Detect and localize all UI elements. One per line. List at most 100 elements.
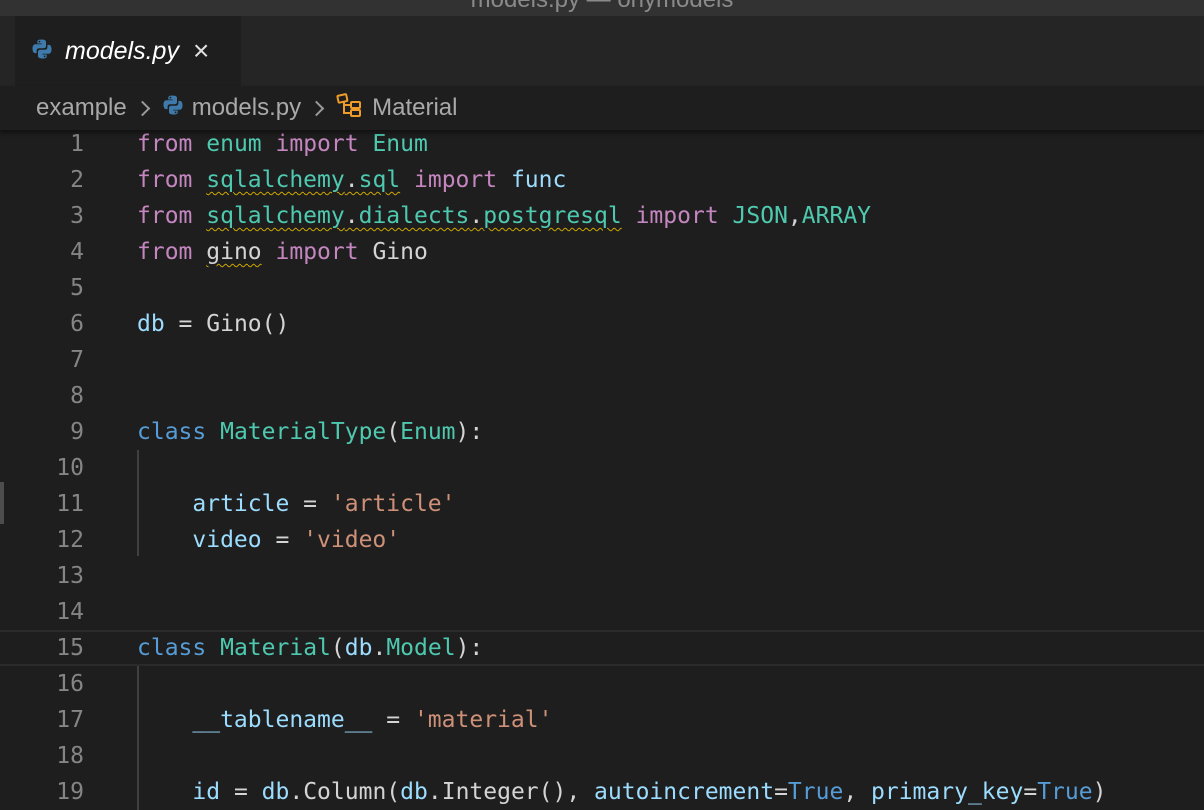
line-number: 10 <box>56 455 84 481</box>
line-number: 19 <box>56 779 84 805</box>
code-line[interactable]: 4 from gino import Gino <box>0 234 1204 270</box>
code-line[interactable]: 17 __tablename__ = 'material' <box>0 702 1204 738</box>
code-line[interactable]: 19 id = db.Column(db.Integer(), autoincr… <box>0 774 1204 810</box>
code-token: () <box>261 311 290 337</box>
line-number: 5 <box>70 275 84 301</box>
code-line[interactable]: 13 <box>0 558 1204 594</box>
breadcrumb-folder[interactable]: example <box>36 94 127 122</box>
code-text: from gino import Gino <box>137 234 428 270</box>
code-token: Gino <box>206 311 262 337</box>
code-text: id = db.Column(db.Integer(), autoincreme… <box>137 774 1106 810</box>
code-text: class MaterialType(Enum): <box>137 414 483 450</box>
breadcrumb-symbol[interactable]: Material <box>336 92 458 124</box>
code-token: gino <box>206 239 262 265</box>
code-token: import <box>635 203 719 229</box>
code-token: = <box>774 779 788 805</box>
code-token: , <box>843 779 872 805</box>
breadcrumb-symbol-label: Material <box>372 94 458 121</box>
code-token: db <box>137 311 165 337</box>
code-line[interactable]: 2 from sqlalchemy.sql import func <box>0 162 1204 198</box>
code-line[interactable]: 3 from sqlalchemy.dialects.postgresql imp… <box>0 198 1204 234</box>
code-token: ) <box>1092 779 1107 805</box>
code-token: , <box>787 203 802 229</box>
code-token: autoincrement <box>594 779 775 805</box>
line-number: 4 <box>70 239 84 265</box>
code-line[interactable]: 10 <box>0 450 1204 486</box>
code-token: ( <box>386 419 401 445</box>
code-token: True <box>1037 779 1093 805</box>
breadcrumb-folder-label: example <box>36 94 127 121</box>
code-token: primary_key <box>871 779 1024 805</box>
line-number: 16 <box>56 671 84 697</box>
code-token: Integer <box>441 779 539 805</box>
breadcrumb-file[interactable]: models.py <box>162 94 301 123</box>
code-line[interactable]: 9 class MaterialType(Enum): <box>0 414 1204 450</box>
code-token: 'video' <box>303 527 401 553</box>
code-token: 'article' <box>330 491 456 517</box>
code-token: Material <box>220 635 331 661</box>
code-token: ARRAY <box>801 203 872 229</box>
code-text: class Material(db.Model): <box>137 632 483 664</box>
code-token: db <box>400 779 428 805</box>
line-number: 7 <box>70 347 84 373</box>
breadcrumb: example models.py Material <box>0 86 1204 130</box>
code-token: class <box>137 635 207 661</box>
code-token: from <box>137 167 193 193</box>
code-token: . <box>289 779 304 805</box>
code-token: (), <box>538 779 595 805</box>
code-token: sql <box>358 167 401 193</box>
line-number: 15 <box>56 635 84 661</box>
code-editor[interactable]: 1 from enum import Enum 2 from sqlalchemy.s… <box>0 126 1204 810</box>
code-line[interactable]: 11 article = 'article' <box>0 486 1204 522</box>
line-number: 8 <box>70 383 84 409</box>
code-text: from sqlalchemy.sql import func <box>137 162 566 198</box>
python-file-icon <box>162 94 184 123</box>
code-line[interactable]: 6 db = Gino() <box>0 306 1204 342</box>
window-title: models.py — onymodels <box>0 0 1204 14</box>
code-line[interactable]: 15 class Material(db.Model): <box>0 630 1204 666</box>
line-number: 17 <box>56 707 84 733</box>
tab-models-py[interactable]: models.py × <box>15 16 241 86</box>
code-token: sqlalchemy <box>206 167 345 193</box>
code-line[interactable]: 14 <box>0 594 1204 630</box>
code-token: = <box>164 311 207 337</box>
window-titlebar: models.py — onymodels <box>0 0 1204 16</box>
code-token: = <box>261 527 304 553</box>
python-file-icon <box>31 38 53 65</box>
code-token: db <box>261 779 290 805</box>
code-token: Model <box>386 635 456 661</box>
line-number: 11 <box>56 491 84 517</box>
code-token: . <box>469 203 484 229</box>
code-line[interactable]: 18 <box>0 738 1204 774</box>
code-line[interactable]: 5 <box>0 270 1204 306</box>
code-line[interactable]: 12 video = 'video' <box>0 522 1204 558</box>
code-line[interactable]: 7 <box>0 342 1204 378</box>
line-number: 13 <box>56 563 84 589</box>
class-symbol-icon <box>336 92 364 124</box>
code-token: from <box>137 239 193 265</box>
code-line[interactable]: 16 <box>0 666 1204 702</box>
code-text: __tablename__ = 'material' <box>137 702 552 738</box>
line-number: 2 <box>70 167 84 193</box>
code-text: from enum import Enum <box>137 126 428 162</box>
code-line[interactable]: 8 <box>0 378 1204 414</box>
code-token: postgresql <box>483 203 622 229</box>
close-icon[interactable]: × <box>193 37 209 65</box>
tab-bar: models.py × <box>0 16 1204 86</box>
code-token: id <box>192 779 221 805</box>
code-token: import <box>275 131 359 157</box>
code-line[interactable]: 1 from enum import Enum <box>0 126 1204 162</box>
tab-label: models.py <box>65 36 179 65</box>
